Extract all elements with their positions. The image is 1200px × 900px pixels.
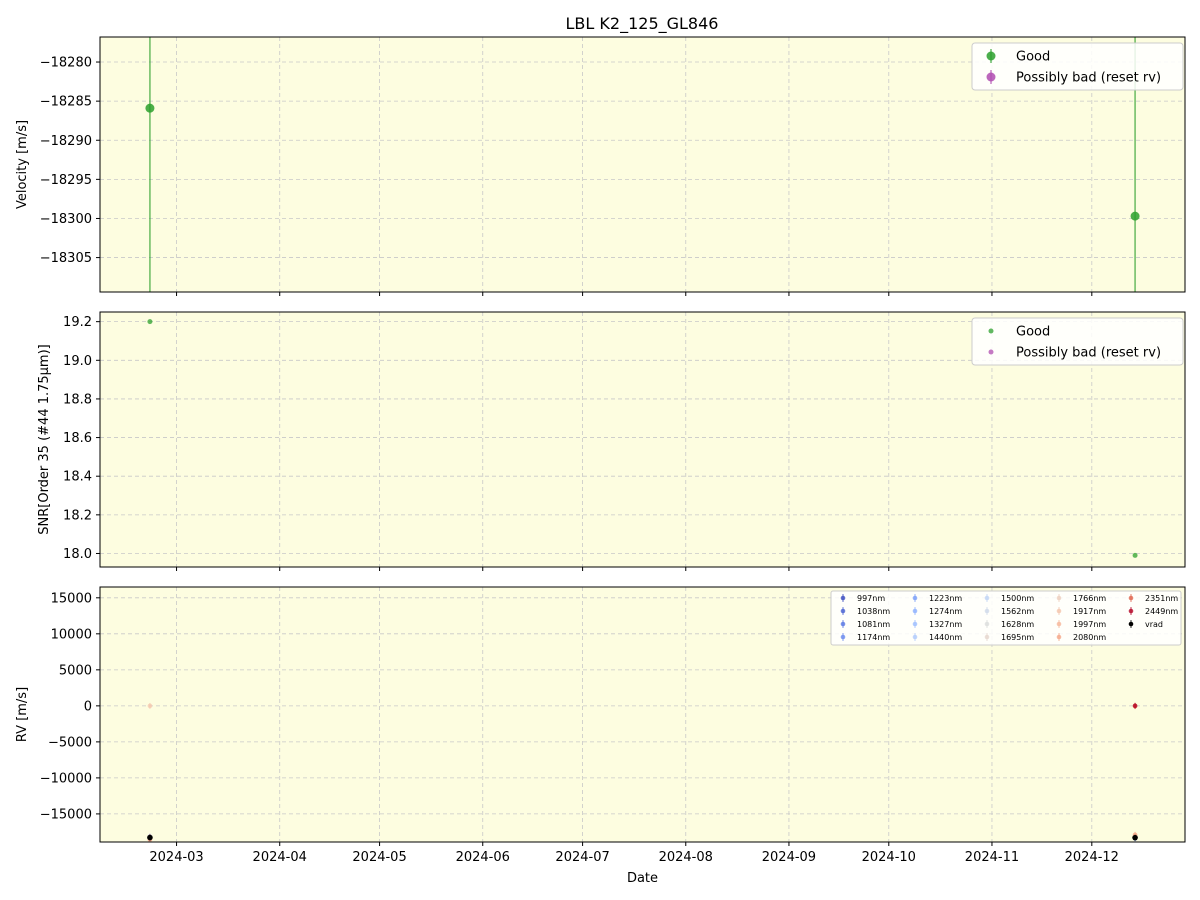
y-tick-label: −5000: [48, 735, 92, 750]
x-tick-label: 2024-10: [862, 850, 916, 865]
legend-marker: [988, 349, 994, 355]
snr-panel: 19.2 19.0 18.8 18.6 18.4 18.2 18.0 SNR[Order 35…: [37, 311, 1186, 571]
y-tick-label: −18285: [40, 95, 92, 110]
x-axis-label: Date: [627, 871, 658, 886]
y-tick-label: 5000: [59, 663, 92, 678]
x-tick-label: 2024-06: [456, 850, 510, 865]
y-tick-label: −18290: [40, 134, 92, 149]
rv-legend-label: 2351nm: [1145, 594, 1178, 603]
y-tick-label: −18300: [40, 212, 92, 227]
rv-data-point: [1132, 834, 1138, 841]
y-tick-label: −10000: [40, 771, 92, 786]
y-tick-label: 19.2: [63, 315, 92, 330]
rv-legend-marker: [912, 621, 918, 627]
y-tick-label: 0: [84, 699, 92, 714]
x-tick-label: 2024-07: [555, 850, 609, 865]
rv-legend-label: 1500nm: [1001, 594, 1034, 603]
x-tick-label: 2024-09: [762, 850, 816, 865]
rv-panel: 15000 10000 5000 0 −5000 −10000 −15000 2024-03 2…: [15, 586, 1186, 886]
data-point: [147, 319, 153, 325]
rv-legend-marker: [912, 595, 918, 601]
y-tick-label: 18.6: [63, 431, 92, 446]
data-point: [145, 103, 155, 113]
x-tick-label: 2024-05: [352, 850, 406, 865]
y-axis-label: Velocity [m/s]: [15, 120, 30, 209]
rv-data-point: [147, 834, 153, 841]
y-tick-label: −18295: [40, 173, 92, 188]
y-tick-label: 19.0: [63, 354, 92, 369]
rv-legend-label: 1917nm: [1073, 607, 1106, 616]
rv-legend-label: 1223nm: [929, 594, 962, 603]
rv-legend-label: 2449nm: [1145, 607, 1178, 616]
legend-marker: [988, 328, 994, 334]
rv-legend-marker: [912, 608, 918, 614]
data-point: [1132, 552, 1138, 558]
rv-legend-marker: [984, 634, 990, 640]
rv-legend-marker: [1128, 595, 1134, 601]
rv-legend-marker: [840, 608, 846, 614]
y-tick-label: 18.4: [63, 470, 92, 485]
x-tick-label: 2024-04: [253, 850, 307, 865]
legend-label: Possibly bad (reset rv): [1016, 71, 1161, 86]
y-tick-label: −15000: [40, 807, 92, 822]
rv-legend-marker: [1056, 595, 1062, 601]
rv-legend-marker: [984, 595, 990, 601]
y-tick-label: 18.0: [63, 547, 92, 562]
rv-legend-marker: [1056, 634, 1062, 640]
y-axis-label: RV [m/s]: [15, 687, 30, 742]
rv-data-point: [147, 703, 153, 709]
rv-legend-marker: [1056, 608, 1062, 614]
rv-legend-marker: [840, 595, 846, 601]
rv-legend-marker: [912, 634, 918, 640]
x-tick-label: 2024-12: [1065, 850, 1119, 865]
rv-legend-marker: [1128, 621, 1134, 627]
y-axis-label: SNR[Order 35 (#44 1.75μm)]: [37, 344, 52, 535]
x-tick-label: 2024-08: [659, 850, 713, 865]
legend-label: Good: [1016, 325, 1050, 340]
rv-legend-label: 1766nm: [1073, 594, 1106, 603]
chart-title: LBL K2_125_GL846: [566, 14, 719, 34]
legend-label: Possibly bad (reset rv): [1016, 346, 1161, 361]
legend-marker: [986, 72, 996, 82]
x-tick-label: 2024-11: [965, 850, 1019, 865]
legend-marker: [986, 51, 996, 61]
rv-legend-label: 1327nm: [929, 620, 962, 629]
rv-legend-marker: [984, 608, 990, 614]
data-point: [1130, 211, 1140, 221]
rv-legend-label: vrad: [1145, 620, 1163, 629]
rv-legend-label: 1440nm: [929, 633, 962, 642]
rv-legend-marker: [984, 621, 990, 627]
rv-legend-label: 997nm: [857, 594, 885, 603]
y-tick-label: −18280: [40, 56, 92, 71]
rv-legend-marker: [840, 634, 846, 640]
rv-legend-marker: [1128, 608, 1134, 614]
y-tick-label: 18.8: [63, 392, 92, 407]
figure: LBL K2_125_GL846 −18280 −18285 −18290 −1829…: [0, 0, 1200, 900]
rv-legend-label: 1628nm: [1001, 620, 1034, 629]
rv-legend-label: 1081nm: [857, 620, 890, 629]
rv-data-point: [1132, 703, 1138, 709]
y-tick-label: 10000: [51, 627, 92, 642]
rv-legend-label: 1562nm: [1001, 607, 1034, 616]
velocity-panel: −18280 −18285 −18290 −18295 −18300 −18305 Velo…: [15, 36, 1186, 296]
x-tick-label: 2024-03: [149, 850, 203, 865]
y-tick-label: −18305: [40, 251, 92, 266]
y-tick-label: 15000: [51, 591, 92, 606]
rv-legend-label: 1997nm: [1073, 620, 1106, 629]
rv-legend-label: 2080nm: [1073, 633, 1106, 642]
rv-legend-label: 1695nm: [1001, 633, 1034, 642]
legend-label: Good: [1016, 50, 1050, 65]
rv-legend-label: 1038nm: [857, 607, 890, 616]
rv-legend-marker: [1056, 621, 1062, 627]
rv-legend-marker: [840, 621, 846, 627]
rv-legend-label: 1274nm: [929, 607, 962, 616]
rv-legend-label: 1174nm: [857, 633, 890, 642]
y-tick-label: 18.2: [63, 508, 92, 523]
